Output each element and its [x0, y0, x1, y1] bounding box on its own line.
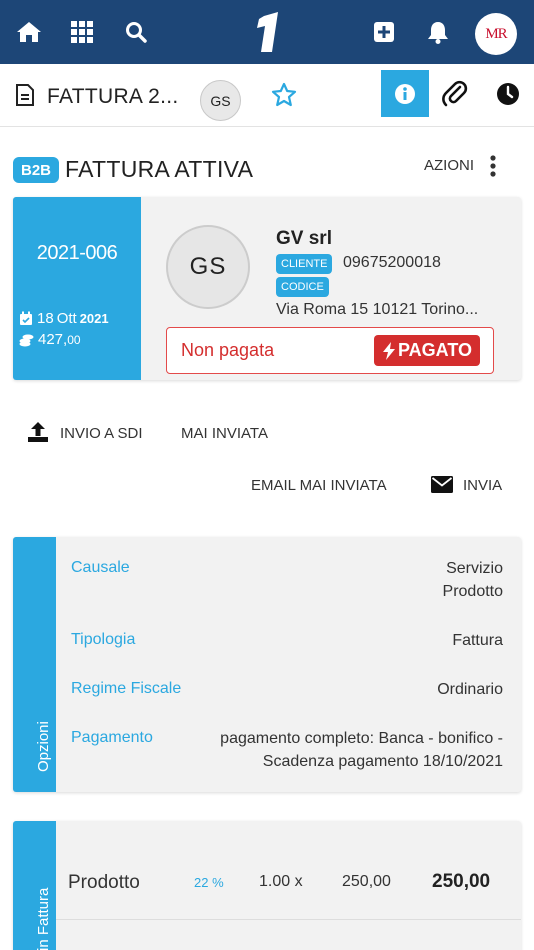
option-label-pagamento[interactable]: Pagamento [71, 729, 153, 747]
option-value-line: pagamento completo: Banca - bonifico - [220, 730, 503, 747]
row-divider [56, 919, 521, 920]
invoice-side-panel: 2021-006 18 Ott 2021 427,00 [13, 197, 141, 380]
add-icon[interactable] [370, 18, 398, 46]
sdi-status: MAI INVIATA [181, 425, 268, 442]
lines-side-label: in Fattura [35, 887, 52, 950]
upload-icon[interactable] [27, 421, 49, 448]
coins-icon [19, 334, 34, 346]
user-avatar[interactable]: MR [475, 13, 517, 55]
top-navbar: MR [0, 0, 534, 64]
actions-menu-label[interactable]: AZIONI [424, 157, 474, 174]
document-title: FATTURA 2... [47, 85, 179, 108]
line-vat: 22 % [194, 875, 224, 890]
payment-status-label: Non pagata [181, 340, 275, 360]
brand-logo[interactable] [248, 10, 288, 54]
kebab-menu-icon[interactable] [489, 155, 497, 182]
line-product-name: Prodotto [68, 872, 140, 893]
info-tab-button[interactable] [381, 70, 429, 117]
client-avatar-small[interactable]: GS [200, 80, 241, 121]
options-card: Opzioni Causale Servizio Prodotto Tipolo… [13, 537, 521, 792]
invoice-date: 18 Ott 2021 [19, 310, 109, 327]
client-code: 09675200018 [343, 254, 441, 271]
mark-paid-label: PAGATO [397, 340, 472, 360]
b2b-badge: B2B [13, 157, 59, 183]
mark-paid-button[interactable]: PAGATO [374, 335, 480, 366]
client-avatar[interactable]: GS [166, 225, 250, 309]
option-value-line: Fattura [452, 632, 503, 649]
send-email-button[interactable]: INVIA [463, 477, 502, 494]
invoice-date-day: 18 [37, 310, 54, 327]
invoice-number: 2021-006 [36, 242, 118, 264]
star-icon[interactable] [271, 82, 297, 112]
invoice-amount-int: 427, [38, 331, 68, 348]
option-label-tipologia[interactable]: Tipologia [71, 631, 135, 649]
option-value-causale: Servizio Prodotto [443, 557, 503, 603]
email-status: EMAIL MAI INVIATA [251, 477, 387, 494]
options-side-panel: Opzioni [13, 537, 56, 792]
option-label-causale[interactable]: Causale [71, 559, 130, 577]
invoice-summary-card: 2021-006 18 Ott 2021 427,00 GS GV srl CL… [13, 197, 521, 380]
option-label-regime-fiscale[interactable]: Regime Fiscale [71, 680, 181, 698]
line-quantity: 1.00 x [259, 873, 303, 890]
option-value-line: Servizio [446, 560, 503, 577]
invoice-date-month: Ott [56, 310, 77, 327]
apps-grid-icon[interactable] [68, 18, 96, 46]
line-total: 250,00 [432, 871, 491, 892]
page-title: FATTURA ATTIVA [65, 156, 254, 182]
codice-tag: CODICE [276, 277, 329, 297]
document-icon [16, 84, 34, 111]
history-clock-icon[interactable] [496, 82, 520, 111]
bell-icon[interactable] [424, 18, 452, 46]
client-address: Via Roma 15 10121 Torino... [276, 301, 479, 318]
info-icon [395, 83, 415, 104]
line-unit-price: 250,00 [342, 873, 391, 890]
lines-side-panel: in Fattura [13, 821, 56, 950]
attachment-icon[interactable] [442, 80, 468, 113]
invoice-lines-card: in Fattura Prodotto 22 % 1.00 x 250,00 2… [13, 821, 521, 950]
invoice-amount: 427,00 [19, 331, 81, 348]
option-value-line: Ordinario [437, 681, 503, 698]
calendar-icon [20, 311, 32, 325]
payment-status-box: Non pagata PAGATO [166, 327, 494, 374]
option-value-tipologia: Fattura [452, 629, 503, 652]
cliente-tag: CLIENTE [276, 254, 333, 274]
send-to-sdi-label[interactable]: INVIO A SDI [60, 425, 143, 442]
envelope-icon[interactable] [431, 476, 453, 498]
invoice-date-year: 2021 [79, 311, 109, 326]
option-value-line: Scadenza pagamento 18/10/2021 [262, 753, 503, 770]
client-name[interactable]: GV srl [276, 228, 332, 250]
invoice-amount-dec: 00 [67, 333, 81, 347]
option-value-regime-fiscale: Ordinario [437, 678, 503, 701]
option-value-line: Prodotto [442, 583, 503, 600]
lightning-icon [382, 341, 395, 360]
option-value-pagamento: pagamento completo: Banca - bonifico - S… [220, 727, 503, 773]
search-icon[interactable] [122, 18, 150, 46]
options-side-label: Opzioni [35, 721, 52, 772]
home-icon[interactable] [15, 18, 43, 46]
